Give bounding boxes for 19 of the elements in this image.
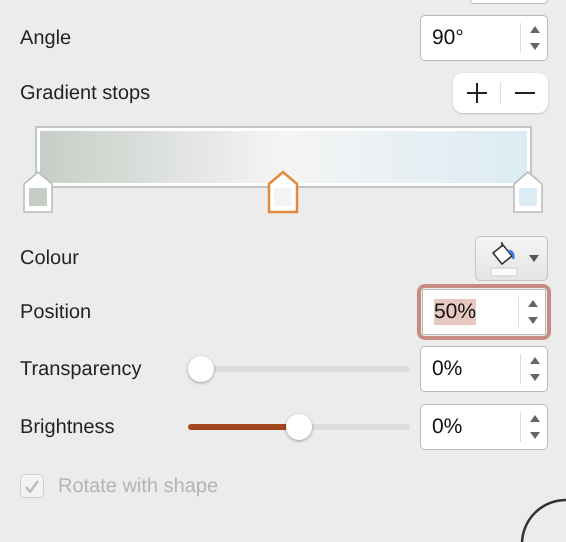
gradient-stops-label: Gradient stops <box>20 82 150 104</box>
gradient-stop-handle[interactable] <box>22 170 54 214</box>
slider-value-field[interactable]: 0% <box>420 346 548 392</box>
plus-icon <box>466 82 488 104</box>
slider-label: Transparency <box>20 358 143 380</box>
slider-thumb[interactable] <box>286 414 312 440</box>
position-label: Position <box>20 300 92 324</box>
stepper-field[interactable] <box>470 0 548 4</box>
slider-value-field[interactable]: 0% <box>420 404 548 450</box>
colour-label: Colour <box>20 247 79 270</box>
colour-button[interactable] <box>475 236 548 281</box>
gradient-stop-handle[interactable] <box>512 170 544 214</box>
slider-thumb[interactable] <box>188 356 214 382</box>
caret-icon <box>528 254 538 262</box>
angle-label: Angle <box>20 26 72 50</box>
slider-label: Brightness <box>20 416 116 438</box>
rotate-with-shape-label: Rotate with shape <box>58 474 218 498</box>
angle-field[interactable]: 90° <box>420 15 548 61</box>
minus-icon <box>514 92 536 94</box>
